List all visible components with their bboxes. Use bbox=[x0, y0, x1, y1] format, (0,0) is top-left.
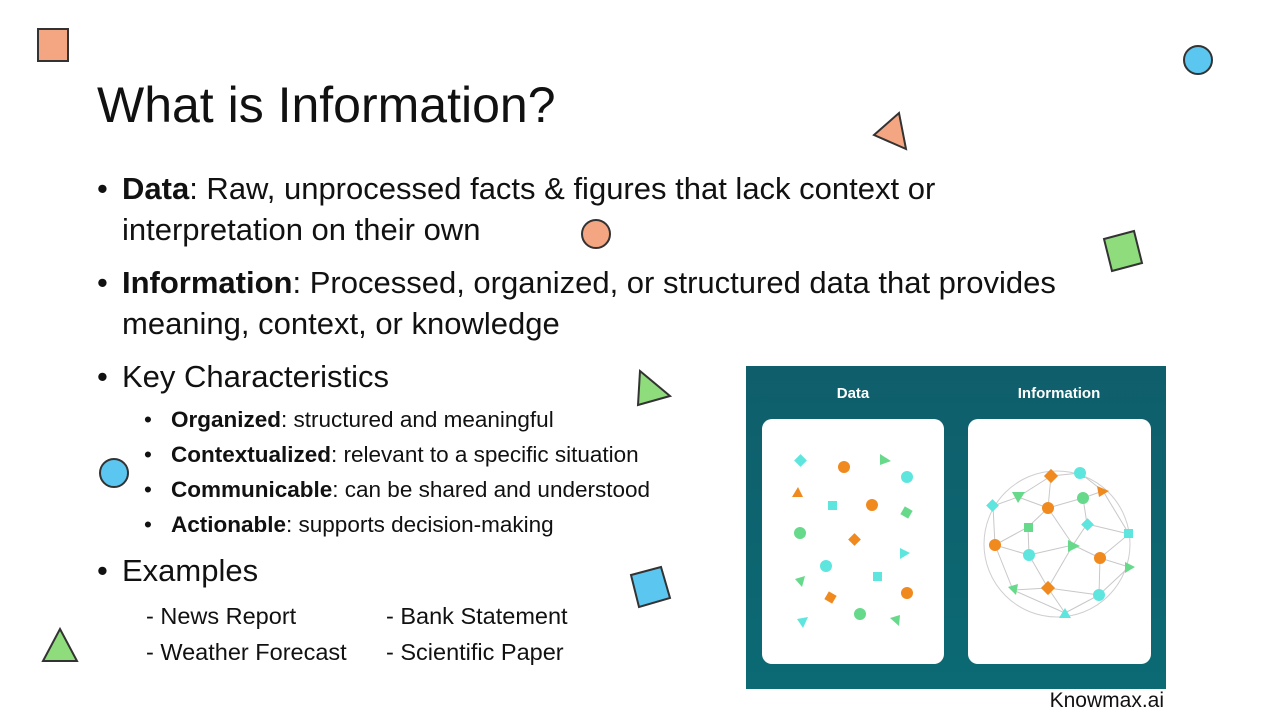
blue-square-shape bbox=[629, 565, 672, 609]
data-point bbox=[838, 461, 850, 473]
network-node bbox=[989, 539, 1001, 551]
network-node bbox=[1074, 467, 1086, 479]
data-vs-information-image: Data Information bbox=[746, 366, 1166, 689]
network-node bbox=[1094, 552, 1106, 564]
panel-label-data: Data bbox=[837, 385, 870, 402]
image-credit: Knowmax.ai bbox=[1049, 689, 1164, 712]
network-node bbox=[1042, 502, 1054, 514]
green-triangle-shape bbox=[41, 626, 79, 662]
blue-circle-shape bbox=[99, 458, 129, 488]
network-node bbox=[1024, 523, 1033, 532]
network-node bbox=[1077, 492, 1089, 504]
salmon-circle-shape bbox=[581, 219, 611, 249]
green-triangle-shape bbox=[636, 368, 673, 407]
network-node bbox=[1023, 549, 1035, 561]
data-point bbox=[828, 501, 837, 510]
data-point bbox=[873, 572, 882, 581]
data-point bbox=[866, 499, 878, 511]
data-point bbox=[901, 587, 913, 599]
blue-circle-shape bbox=[1183, 45, 1213, 75]
panel-label-information: Information bbox=[1018, 385, 1101, 402]
slide: What is Information? Data: Raw, unproces… bbox=[0, 0, 1280, 720]
salmon-square-shape bbox=[37, 28, 69, 62]
green-square-shape bbox=[1102, 229, 1144, 273]
data-point bbox=[820, 560, 832, 572]
network-node bbox=[1093, 589, 1105, 601]
data-point bbox=[854, 608, 866, 620]
data-point bbox=[901, 471, 913, 483]
data-point bbox=[794, 527, 806, 539]
network-node bbox=[1124, 529, 1133, 538]
salmon-triangle-shape bbox=[872, 111, 908, 151]
